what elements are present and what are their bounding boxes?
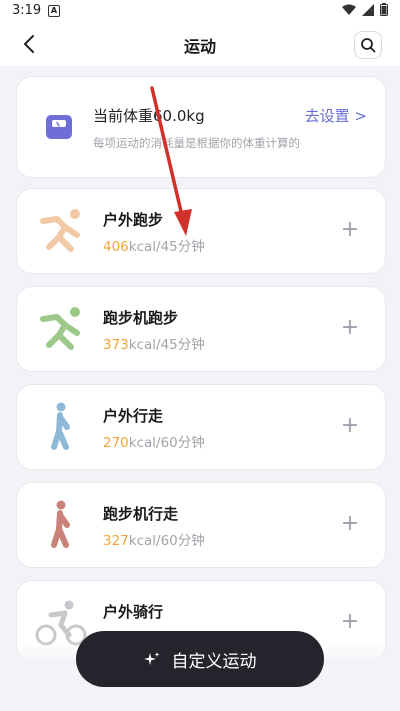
current-weight: 当前体重60.0kg: [93, 107, 205, 125]
sport-name: 户外骑行: [103, 603, 164, 621]
notification-icon: A: [48, 5, 60, 17]
custom-sport-label: 自定义运动: [171, 651, 257, 672]
sparkle-icon: [143, 652, 159, 665]
sport-calories: 406kcal/45分钟: [103, 235, 205, 255]
kcal-value: 327: [103, 533, 129, 549]
kcal-unit: kcal/45分钟: [128, 239, 205, 255]
running-icon: [40, 307, 80, 350]
walking-icon: [51, 402, 70, 450]
status-time: 3:19: [12, 3, 42, 18]
kcal-value: 373: [103, 337, 129, 353]
sport-name: 跑步机行走: [103, 505, 179, 523]
custom-sport-button[interactable]: 自定义运动: [76, 631, 324, 687]
sport-item-treadmill-walking[interactable]: 跑步机行走 327kcal/60分钟 +: [16, 482, 386, 568]
add-sport-button[interactable]: +: [337, 315, 363, 341]
wifi-icon: [342, 4, 356, 15]
sport-name: 户外行走: [103, 407, 164, 425]
signal-icon: [362, 3, 374, 16]
sport-item-outdoor-running[interactable]: 户外跑步 406kcal/45分钟 +: [16, 188, 386, 274]
sport-item-treadmill-running[interactable]: 跑步机跑步 373kcal/45分钟 +: [16, 286, 386, 372]
kcal-value: 406: [103, 239, 129, 255]
battery-icon: [380, 3, 388, 16]
kcal-value: 270: [103, 435, 129, 451]
running-icon: [40, 209, 80, 252]
sport-calories: 373kcal/45分钟: [103, 333, 205, 353]
page-title: 运动: [183, 37, 216, 56]
walking-icon: [51, 500, 70, 548]
sport-name: 跑步机跑步: [103, 309, 179, 327]
sport-calories: 327kcal/60分钟: [103, 529, 205, 549]
weight-hint: 每项运动的消耗量是根据你的体重计算的: [93, 136, 300, 150]
set-weight-link[interactable]: 去设置 >: [305, 105, 367, 126]
status-icons: [342, 3, 388, 16]
add-sport-button[interactable]: +: [337, 413, 363, 439]
app-bar: 运动: [0, 22, 400, 66]
search-button[interactable]: [354, 31, 382, 59]
add-sport-button[interactable]: +: [337, 217, 363, 243]
weight-card: 当前体重60.0kg 每项运动的消耗量是根据你的体重计算的 去设置 >: [16, 76, 386, 178]
kcal-unit: kcal/60分钟: [128, 435, 205, 451]
sport-calories: 270kcal/60分钟: [103, 431, 205, 451]
search-icon: [361, 38, 376, 53]
sport-name: 户外跑步: [103, 211, 164, 229]
status-bar: 3:19 A: [0, 0, 400, 22]
kcal-unit: kcal/45分钟: [128, 337, 205, 353]
sport-item-outdoor-walking[interactable]: 户外行走 270kcal/60分钟 +: [16, 384, 386, 470]
scale-icon: [46, 115, 72, 139]
add-sport-button[interactable]: +: [337, 511, 363, 537]
add-sport-button[interactable]: +: [337, 609, 363, 635]
kcal-unit: kcal/60分钟: [128, 533, 205, 549]
